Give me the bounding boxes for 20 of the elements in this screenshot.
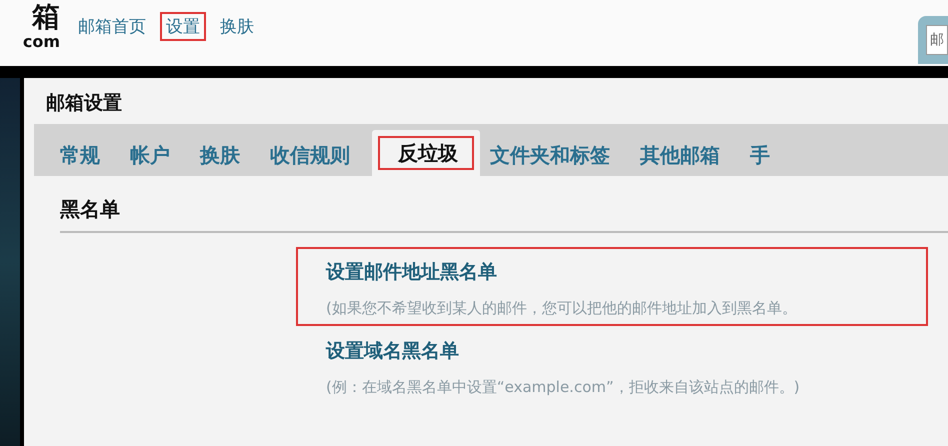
tab[interactable]: 帐户 bbox=[122, 134, 190, 176]
nav-link[interactable]: 设置 bbox=[160, 12, 206, 41]
logo-text: com bbox=[22, 34, 60, 50]
nav-link[interactable]: 邮箱首页 bbox=[72, 12, 152, 41]
setting-description: (如果您不希望收到某人的邮件，您可以把他的邮件地址加入到黑名单。 bbox=[326, 299, 798, 318]
tab[interactable]: 其他邮箱 bbox=[632, 134, 740, 176]
mail-button[interactable]: 邮 bbox=[926, 25, 948, 55]
tab[interactable]: 文件夹和标签 bbox=[482, 134, 630, 176]
setting-description: (例：在域名黑名单中设置“example.com”，拒收来自该站点的邮件。) bbox=[326, 378, 801, 397]
section-heading: 黑名单 bbox=[60, 196, 948, 233]
tab[interactable]: 换肤 bbox=[192, 134, 260, 176]
tab[interactable]: 反垃圾 bbox=[372, 130, 480, 176]
tab[interactable]: 手 bbox=[742, 134, 790, 176]
tab[interactable]: 常规 bbox=[52, 134, 120, 176]
nav-link[interactable]: 换肤 bbox=[214, 12, 260, 41]
logo-text: 箱 bbox=[32, 0, 60, 34]
setting-link[interactable]: 设置域名黑名单 bbox=[326, 338, 926, 364]
tab[interactable]: 收信规则 bbox=[262, 134, 370, 176]
panel-title: 邮箱设置 bbox=[45, 91, 123, 116]
setting-link[interactable]: 设置邮件地址黑名单 bbox=[326, 259, 926, 285]
